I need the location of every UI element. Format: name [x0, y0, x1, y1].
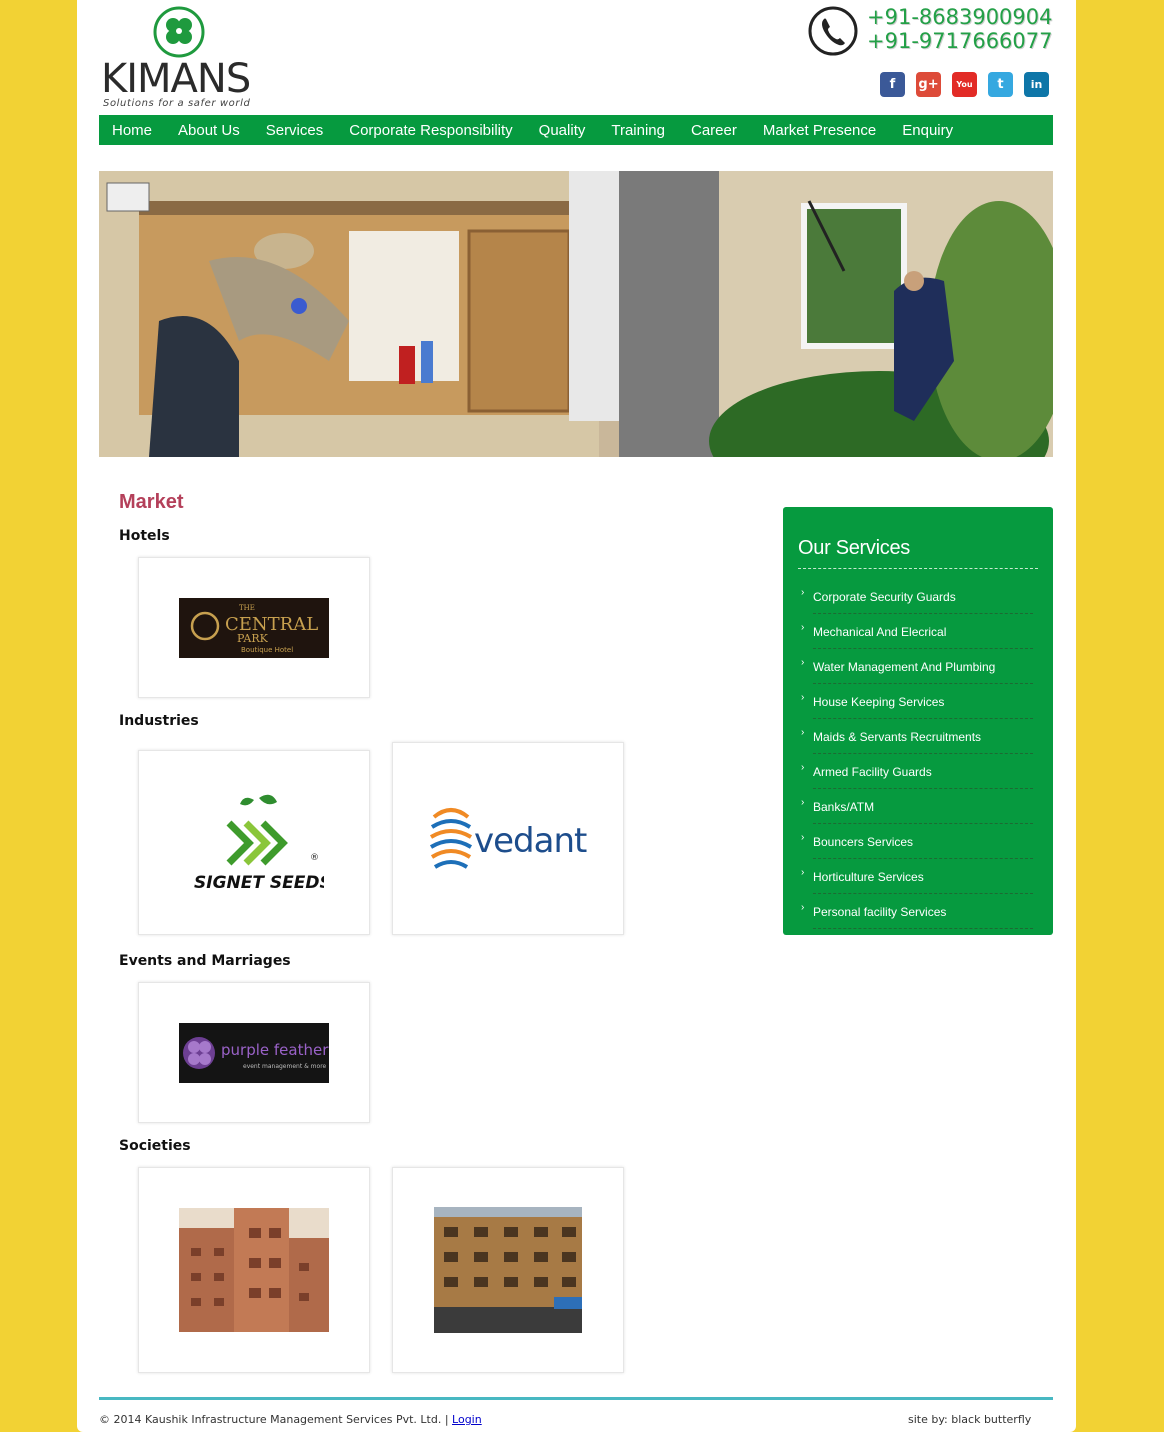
service-link-horticulture[interactable]: Horticulture Services — [813, 870, 924, 884]
chevron-right-icon: › — [801, 902, 805, 913]
service-item[interactable]: › Bouncers Services — [798, 824, 1038, 859]
nav-corporate-responsibility[interactable]: Corporate Responsibility — [349, 122, 512, 139]
signet-seeds-logo: ® SIGNET SEEDS — [194, 794, 324, 893]
youtube-icon[interactable]: You — [952, 72, 977, 97]
services-list: › Corporate Security Guards › Mechanical A… — [798, 579, 1038, 929]
chevron-right-icon: › — [801, 762, 805, 773]
society-card-2[interactable] — [392, 1167, 624, 1373]
service-item[interactable]: › Banks/ATM — [798, 789, 1038, 824]
service-item[interactable]: › Mechanical And Elecrical — [798, 614, 1038, 649]
phone-numbers: +91-8683900904 +91-9717666077 — [867, 5, 1053, 53]
central-park-sub: Boutique Hotel — [241, 646, 293, 654]
service-link-banks-atm[interactable]: Banks/ATM — [813, 800, 874, 814]
client-card-central-park[interactable]: THE CENTRAL PARK Boutique Hotel — [138, 557, 370, 698]
vedanta-text: vedanta — [474, 821, 588, 861]
service-item[interactable]: › Horticulture Services — [798, 859, 1038, 894]
clover-logo-icon — [153, 6, 205, 58]
service-link-corporate-security-guards[interactable]: Corporate Security Guards — [813, 590, 956, 604]
brand-tagline: Solutions for a safer world — [103, 98, 251, 109]
svg-text:®: ® — [310, 853, 319, 863]
central-park-logo: THE CENTRAL PARK Boutique Hotel — [179, 597, 329, 658]
central-park-park: PARK — [237, 632, 269, 645]
nav-home[interactable]: Home — [112, 122, 152, 139]
purple-feather-logo: purple feather event management & more — [179, 1022, 329, 1083]
phone-number-2[interactable]: +91-9717666077 — [867, 29, 1053, 53]
market-heading: Market — [119, 491, 184, 513]
footer-divider — [99, 1397, 1053, 1400]
category-industries: Industries — [119, 713, 199, 729]
category-societies: Societies — [119, 1138, 191, 1154]
nav-enquiry[interactable]: Enquiry — [902, 122, 953, 139]
main-nav: Home About Us Services Corporate Respons… — [99, 115, 1053, 145]
nav-market-presence[interactable]: Market Presence — [763, 122, 876, 139]
client-card-signet-seeds[interactable]: ® SIGNET SEEDS — [138, 750, 370, 935]
twitter-icon[interactable]: t — [988, 72, 1013, 97]
service-item[interactable]: › Corporate Security Guards — [798, 579, 1038, 614]
category-events-and-marriages: Events and Marriages — [119, 953, 291, 969]
service-link-maids-servants[interactable]: Maids & Servants Recruitments — [813, 730, 981, 744]
facebook-icon[interactable]: f — [880, 72, 905, 97]
purple-feather-sub: event management & more — [243, 1063, 327, 1070]
chevron-right-icon: › — [801, 832, 805, 843]
client-card-vedanta[interactable]: vedanta — [392, 742, 624, 935]
service-item[interactable]: › Maids & Servants Recruitments — [798, 719, 1038, 754]
phone-number-1[interactable]: +91-8683900904 — [867, 5, 1053, 29]
vedanta-logo: vedanta — [429, 807, 588, 869]
chevron-right-icon: › — [801, 867, 805, 878]
google-plus-icon[interactable]: g+ — [916, 72, 941, 97]
society-building-photo-2 — [434, 1207, 582, 1333]
service-item[interactable]: › Personal facility Services — [798, 894, 1038, 929]
page-container: KIMANS Solutions for a safer world +91-8… — [77, 0, 1076, 1432]
hero-banner-image — [99, 171, 1053, 457]
copyright-text: © 2014 Kaushik Infrastructure Management… — [99, 1413, 449, 1426]
service-item[interactable]: › House Keeping Services — [798, 684, 1038, 719]
service-item[interactable]: › Water Management And Plumbing — [798, 649, 1038, 684]
central-park-the: THE — [239, 604, 255, 612]
client-card-purple-feather[interactable]: purple feather event management & more — [138, 982, 370, 1123]
site-credit: site by: black butterfly — [908, 1413, 1032, 1426]
nav-about-us[interactable]: About Us — [178, 122, 240, 139]
footer-copyright: © 2014 Kaushik Infrastructure Management… — [99, 1413, 482, 1426]
signet-seeds-text: SIGNET SEEDS — [194, 873, 324, 893]
purple-feather-text: purple feather — [221, 1041, 329, 1059]
nav-services[interactable]: Services — [266, 122, 324, 139]
login-link[interactable]: Login — [452, 1413, 482, 1426]
chevron-right-icon: › — [801, 622, 805, 633]
chevron-right-icon: › — [801, 657, 805, 668]
chevron-right-icon: › — [801, 797, 805, 808]
chevron-right-icon: › — [801, 587, 805, 598]
nav-quality[interactable]: Quality — [539, 122, 586, 139]
service-link-mechanical-and-elecrical[interactable]: Mechanical And Elecrical — [813, 625, 946, 639]
chevron-right-icon: › — [801, 727, 805, 738]
linkedin-icon[interactable]: in — [1024, 72, 1049, 97]
nav-career[interactable]: Career — [691, 122, 737, 139]
our-services-panel: Our Services › Corporate Security Guards … — [783, 507, 1053, 935]
society-card-1[interactable] — [138, 1167, 370, 1373]
service-link-house-keeping[interactable]: House Keeping Services — [813, 695, 944, 709]
kimans-logo[interactable]: KIMANS Solutions for a safer world — [99, 4, 264, 110]
chevron-right-icon: › — [801, 692, 805, 703]
phone-icon — [808, 6, 858, 56]
nav-training[interactable]: Training — [611, 122, 665, 139]
our-services-heading: Our Services — [798, 537, 1038, 569]
service-link-personal-facility[interactable]: Personal facility Services — [813, 905, 946, 919]
category-hotels: Hotels — [119, 528, 170, 544]
social-links: f g+ You t in — [880, 72, 1049, 97]
service-item[interactable]: › Armed Facility Guards — [798, 754, 1038, 789]
service-link-armed-facility-guards[interactable]: Armed Facility Guards — [813, 765, 932, 779]
brand-name: KIMANS — [101, 56, 251, 102]
society-building-photo-1 — [179, 1208, 329, 1332]
service-link-water-management[interactable]: Water Management And Plumbing — [813, 660, 995, 674]
service-link-bouncers[interactable]: Bouncers Services — [813, 835, 913, 849]
